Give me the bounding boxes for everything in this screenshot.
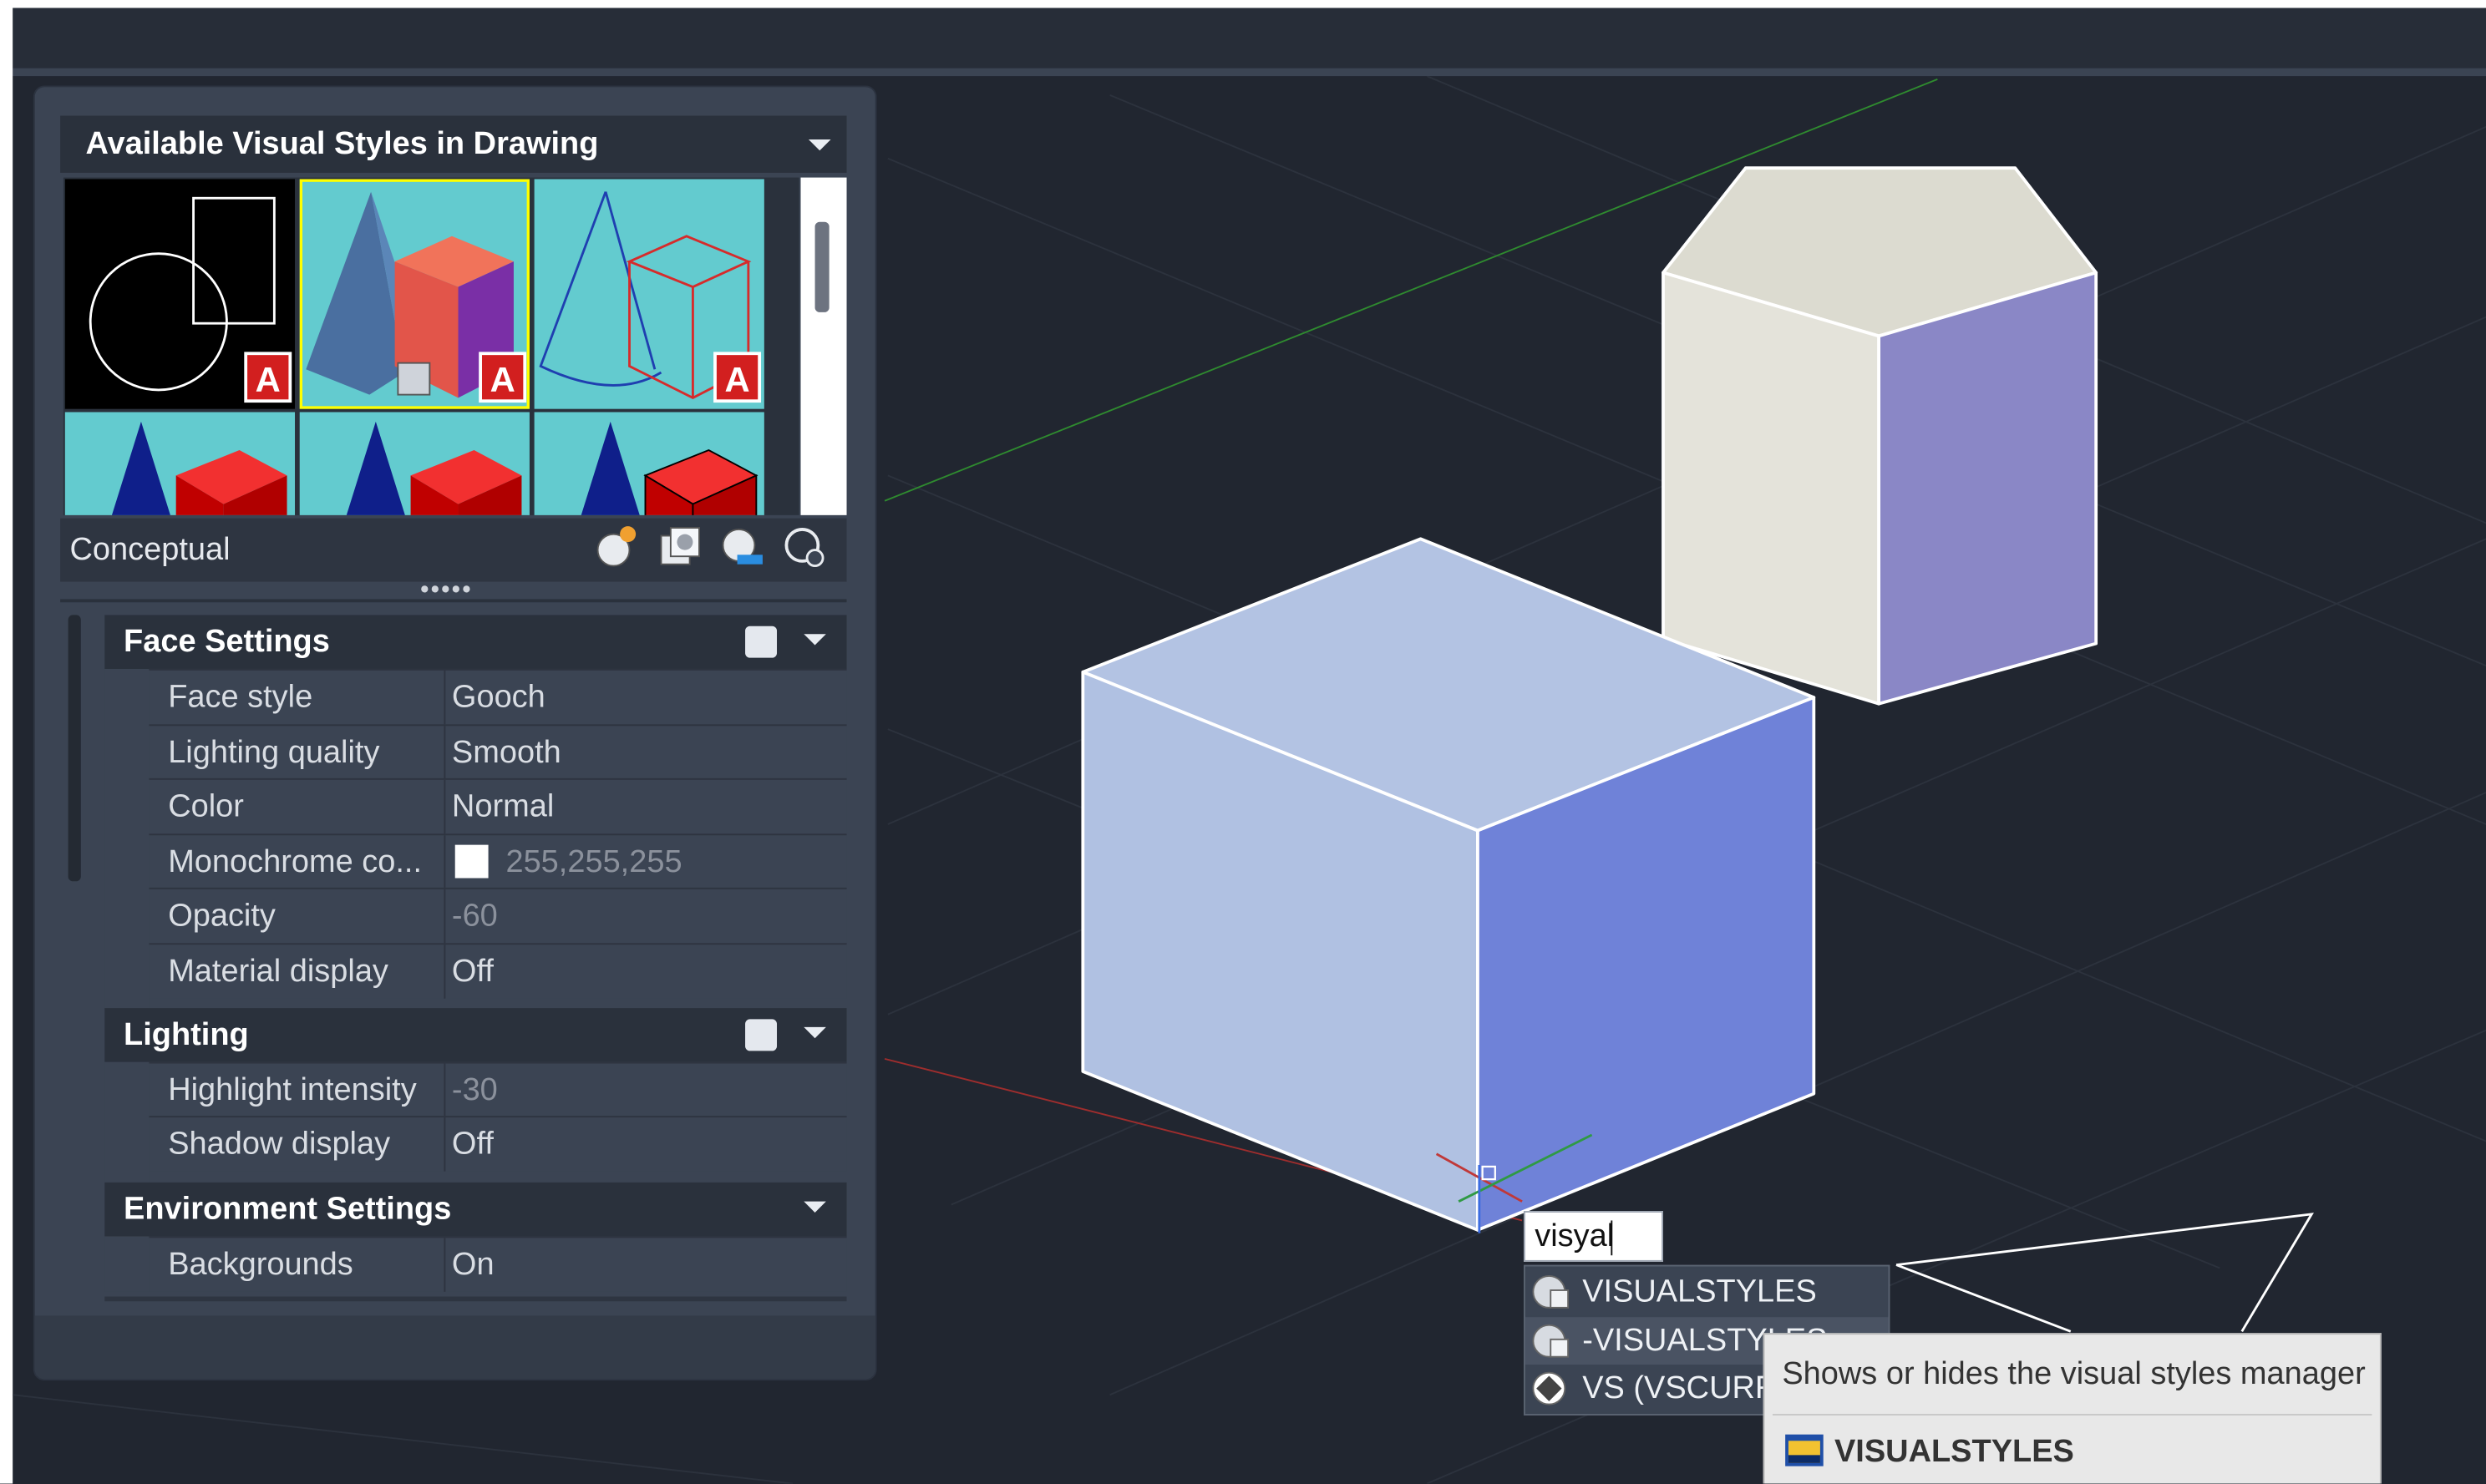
property-label: Face style — [168, 680, 313, 715]
properties-scroll-gutter[interactable] — [68, 615, 81, 882]
property-value[interactable]: Normal — [452, 780, 554, 834]
environment-settings-header[interactable]: Environment Settings — [104, 1182, 847, 1237]
svg-text:A: A — [256, 360, 281, 399]
property-label: Shadow display — [168, 1127, 391, 1162]
face-settings-header[interactable]: Face Settings — [104, 615, 847, 669]
property-row-highlight-intensity[interactable]: Highlight intensity -30 — [149, 1061, 847, 1118]
thumbnail-shaded-with-edges[interactable] — [534, 412, 764, 515]
window-top-edge — [0, 0, 2486, 8]
property-row-material-display[interactable]: Material display Off — [149, 943, 847, 999]
text-caret — [1611, 1220, 1613, 1256]
splitter-grip[interactable]: ••••• — [420, 578, 473, 603]
tooltip-command-name: VISUALSTYLES — [1834, 1434, 2074, 1470]
property-row-shadow-display[interactable]: Shadow display Off — [149, 1116, 847, 1172]
property-row-color[interactable]: Color Normal — [149, 777, 847, 834]
vscurrent-icon — [1532, 1371, 1566, 1405]
delete-visual-style-icon[interactable] — [780, 523, 828, 570]
splitter-line — [60, 599, 847, 603]
column-separator — [444, 1063, 446, 1118]
export-to-palette-icon[interactable] — [718, 523, 766, 570]
property-label: Backgrounds — [168, 1247, 353, 1283]
face-settings-title: Face Settings — [124, 624, 330, 660]
property-row-lighting-quality[interactable]: Lighting quality Smooth — [149, 724, 847, 780]
environment-settings-title: Environment Settings — [124, 1192, 452, 1228]
property-row-monochrome-color[interactable]: Monochrome co... 255,255,255 — [149, 833, 847, 889]
column-separator — [444, 779, 446, 834]
property-label: Highlight intensity — [168, 1072, 417, 1108]
panel-footer — [34, 1315, 875, 1380]
properties-end-divider — [104, 1296, 847, 1302]
thumbnail-shaded[interactable] — [299, 412, 530, 515]
apply-to-viewport-icon[interactable] — [657, 523, 704, 570]
property-label: Material display — [168, 954, 388, 990]
column-separator — [444, 889, 446, 944]
pentagonal-prism — [1662, 166, 2098, 706]
visual-styles-manager-icon — [1785, 1434, 1824, 1466]
tooltip-divider — [1772, 1414, 2372, 1416]
autocomplete-label: VISUALSTYLES — [1582, 1274, 1817, 1309]
property-value[interactable]: Gooch — [452, 671, 545, 725]
property-label: Monochrome co... — [168, 844, 423, 880]
property-label: Opacity — [168, 899, 276, 934]
svg-text:A: A — [724, 360, 749, 399]
property-value[interactable]: On — [452, 1238, 495, 1292]
column-separator — [444, 726, 446, 780]
available-styles-title: Available Visual Styles in Drawing — [85, 126, 599, 162]
property-row-backgrounds[interactable]: Backgrounds On — [149, 1236, 847, 1292]
lighting-toggle-icon[interactable] — [745, 1019, 778, 1051]
thumbnail-hidden[interactable]: A — [534, 179, 764, 409]
tooltip-description: Shows or hides the visual styles manager — [1782, 1356, 2366, 1392]
property-row-opacity[interactable]: Opacity -60 — [149, 887, 847, 944]
property-value[interactable]: -60 — [452, 889, 498, 944]
chevron-down-icon[interactable] — [804, 1026, 826, 1039]
visual-style-thumbnails: A A A — [63, 177, 799, 515]
thumbnail-realistic[interactable] — [64, 412, 296, 515]
ribbon-edge — [13, 68, 2486, 77]
property-value[interactable]: Smooth — [452, 726, 561, 780]
property-value[interactable]: -30 — [452, 1064, 498, 1118]
ribbon-bar — [13, 8, 2486, 68]
lighting-title: Lighting — [124, 1017, 249, 1053]
chevron-down-icon[interactable] — [808, 139, 831, 151]
property-value[interactable]: Off — [452, 1117, 494, 1172]
thumbnail-2d-wireframe[interactable]: A — [64, 179, 296, 409]
column-separator — [444, 945, 446, 999]
autocomplete-item-visualstyles[interactable]: VISUALSTYLES — [1525, 1268, 1889, 1316]
svg-text:A: A — [490, 360, 515, 399]
property-value[interactable]: Off — [452, 945, 494, 999]
property-label: Lighting quality — [168, 735, 380, 771]
face-settings-toggle-icon[interactable] — [745, 626, 778, 658]
camera-glyph — [1895, 1213, 2314, 1333]
column-separator — [444, 670, 446, 725]
create-visual-style-icon[interactable] — [593, 523, 641, 570]
window-left-edge — [0, 0, 13, 1484]
property-label: Color — [168, 789, 244, 824]
visual-styles-icon — [1532, 1274, 1570, 1309]
color-swatch[interactable] — [454, 844, 489, 879]
column-separator — [444, 835, 446, 889]
current-style-name: Conceptual — [69, 532, 231, 568]
command-input-value: visyal — [1535, 1218, 1615, 1254]
column-separator — [444, 1117, 446, 1172]
lighting-header[interactable]: Lighting — [104, 1008, 847, 1062]
property-value[interactable]: 255,255,255 — [505, 835, 682, 889]
thumbnail-conceptual-selected[interactable]: A — [298, 178, 531, 411]
visual-styles-icon — [1532, 1324, 1570, 1358]
column-separator — [444, 1238, 446, 1292]
scrollbar-thumb[interactable] — [814, 221, 830, 312]
chevron-down-icon[interactable] — [804, 634, 826, 646]
property-row-face-style[interactable]: Face style Gooch — [149, 668, 847, 725]
chevron-down-icon[interactable] — [804, 1201, 826, 1213]
available-styles-header[interactable]: Available Visual Styles in Drawing — [60, 115, 847, 173]
